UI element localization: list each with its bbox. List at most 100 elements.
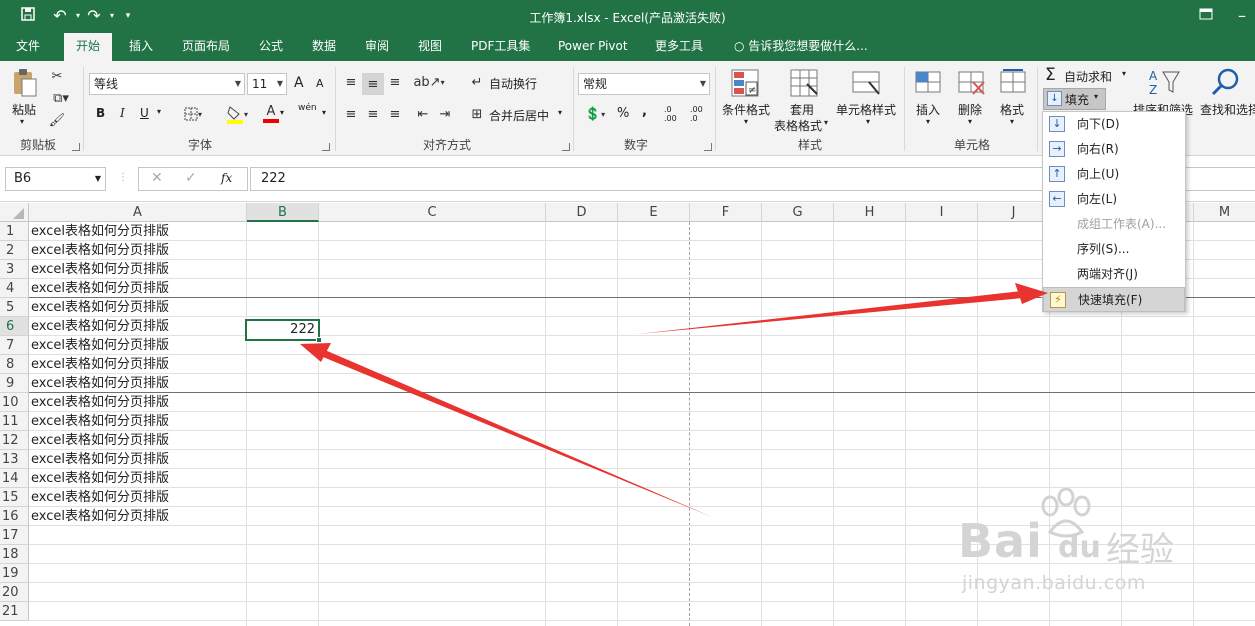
column-header[interactable]: G	[762, 203, 834, 222]
menu-item-fill-down[interactable]: ↓ 向下(D)	[1043, 112, 1185, 137]
row-header[interactable]: 17	[0, 526, 29, 545]
cell-text[interactable]: excel表格如何分页排版	[31, 222, 169, 241]
tab-insert[interactable]: 插入	[119, 33, 163, 61]
tab-view[interactable]: 视图	[408, 33, 452, 61]
font-size-select[interactable]: 11 ▼	[247, 73, 287, 95]
cell-text[interactable]: excel表格如何分页排版	[31, 279, 169, 298]
ribbon-display-icon[interactable]	[1196, 6, 1216, 26]
menu-item-justify[interactable]: 两端对齐(J)	[1043, 262, 1185, 287]
cell-text[interactable]: excel表格如何分页排版	[31, 336, 169, 355]
cell-text[interactable]: excel表格如何分页排版	[31, 317, 169, 336]
paste-button[interactable]: 粘贴	[12, 101, 36, 118]
cell-text[interactable]: excel表格如何分页排版	[31, 431, 169, 450]
italic-button[interactable]: I	[120, 106, 125, 120]
row-header[interactable]: 18	[0, 545, 29, 564]
row-header[interactable]: 5	[0, 298, 29, 317]
accounting-format-icon[interactable]: 💲 ▾	[580, 105, 610, 123]
menu-item-flash-fill[interactable]: ⚡ 快速填充(F)	[1043, 287, 1185, 312]
column-header[interactable]: D	[546, 203, 618, 222]
cell-styles-button[interactable]: 单元格样式	[836, 101, 896, 118]
row-header[interactable]: 10	[0, 393, 29, 412]
row-header[interactable]: 21	[0, 602, 29, 621]
orientation-icon[interactable]: ab↗ ▾	[413, 73, 444, 91]
minimize-icon[interactable]: –	[1232, 6, 1252, 26]
column-header[interactable]: H	[834, 203, 906, 222]
cell-text[interactable]: excel表格如何分页排版	[31, 450, 169, 469]
tab-pdf-tools[interactable]: PDF工具集	[461, 33, 540, 61]
wrap-text-button[interactable]: 自动换行	[489, 75, 537, 92]
tab-formulas[interactable]: 公式	[249, 33, 293, 61]
align-top-icon[interactable]: ≡	[342, 73, 360, 91]
align-center-icon[interactable]: ≡	[364, 105, 382, 123]
font-launcher-icon[interactable]	[322, 143, 330, 151]
align-middle-icon[interactable]: ≡	[362, 73, 384, 95]
selected-cell[interactable]: 222	[245, 319, 320, 341]
column-header[interactable]: M	[1194, 203, 1255, 222]
number-format-select[interactable]: 常规 ▼	[578, 73, 710, 95]
cell-text[interactable]: excel表格如何分页排版	[31, 488, 169, 507]
clipboard-launcher-icon[interactable]	[72, 143, 80, 151]
row-header[interactable]: 6	[0, 317, 29, 336]
percent-button[interactable]: %	[617, 106, 629, 121]
column-header[interactable]: B	[247, 203, 319, 222]
increase-decimal-button[interactable]: .0 .00	[664, 105, 684, 123]
align-left-icon[interactable]: ≡	[342, 105, 360, 123]
format-table-dropdown-icon[interactable]: ▾	[824, 118, 828, 127]
cell-text[interactable]: excel表格如何分页排版	[31, 241, 169, 260]
merge-dropdown-icon[interactable]: ▾	[558, 108, 562, 117]
underline-dropdown-icon[interactable]: ▾	[157, 107, 161, 116]
row-header[interactable]: 19	[0, 564, 29, 583]
number-launcher-icon[interactable]	[704, 143, 712, 151]
column-header[interactable]: J	[978, 203, 1050, 222]
row-header[interactable]: 3	[0, 260, 29, 279]
align-bottom-icon[interactable]: ≡	[386, 73, 404, 91]
row-header[interactable]: 7	[0, 336, 29, 355]
row-header[interactable]: 9	[0, 374, 29, 393]
row-header[interactable]: 4	[0, 279, 29, 298]
autosum-dropdown-icon[interactable]: ▾	[1122, 69, 1126, 78]
cell-text[interactable]: excel表格如何分页排版	[31, 260, 169, 279]
cell-text[interactable]: excel表格如何分页排版	[31, 355, 169, 374]
format-cells-button[interactable]: 格式	[1000, 101, 1024, 118]
insert-dropdown-icon[interactable]: ▾	[926, 117, 930, 126]
column-header[interactable]: A	[29, 203, 247, 222]
conditional-dropdown-icon[interactable]: ▾	[744, 117, 748, 126]
bold-button[interactable]: B	[96, 106, 105, 120]
find-select-button[interactable]: 查找和选择	[1200, 101, 1255, 118]
merge-center-button[interactable]: 合并后居中	[489, 107, 549, 124]
decrease-indent-icon[interactable]: ⇤	[414, 105, 432, 123]
column-header[interactable]: C	[319, 203, 546, 222]
row-header[interactable]: 11	[0, 412, 29, 431]
font-color-dropdown-icon[interactable]: ▾	[280, 108, 284, 117]
tab-home[interactable]: 开始	[64, 33, 112, 61]
format-painter-icon[interactable]: 🖌	[48, 111, 66, 129]
tell-me-box[interactable]: ○ 告诉我您想要做什么...	[724, 33, 878, 61]
row-header[interactable]: 14	[0, 469, 29, 488]
column-header[interactable]: I	[906, 203, 978, 222]
row-header[interactable]: 16	[0, 507, 29, 526]
conditional-formatting-button[interactable]: 条件格式	[722, 101, 770, 118]
tab-review[interactable]: 审阅	[355, 33, 399, 61]
tab-power-pivot[interactable]: Power Pivot	[548, 33, 638, 61]
row-header[interactable]: 15	[0, 488, 29, 507]
paste-icon[interactable]	[10, 67, 40, 99]
delete-cells-button[interactable]: 删除	[958, 101, 982, 118]
cell-text[interactable]: excel表格如何分页排版	[31, 412, 169, 431]
alignment-launcher-icon[interactable]	[562, 143, 570, 151]
cancel-icon[interactable]: ✕	[151, 170, 163, 186]
cell-text[interactable]: excel表格如何分页排版	[31, 507, 169, 526]
autosum-button[interactable]: 自动求和	[1064, 68, 1112, 85]
fill-button[interactable]: ↓ 填充 ▾	[1043, 88, 1106, 110]
phonetic-dropdown-icon[interactable]: ▾	[322, 108, 326, 117]
increase-indent-icon[interactable]: ⇥	[436, 105, 454, 123]
format-dropdown-icon[interactable]: ▾	[1010, 117, 1014, 126]
fill-handle[interactable]	[316, 337, 322, 343]
row-header[interactable]: 12	[0, 431, 29, 450]
copy-icon[interactable]: ⧉▾	[48, 89, 74, 107]
delete-dropdown-icon[interactable]: ▾	[968, 117, 972, 126]
menu-item-fill-left[interactable]: ← 向左(L)	[1043, 187, 1185, 212]
select-all-button[interactable]	[0, 203, 29, 222]
phonetic-button[interactable]: wén	[298, 103, 317, 113]
name-box[interactable]: B6 ▼	[5, 167, 106, 191]
borders-icon[interactable]: ▾	[178, 105, 208, 123]
